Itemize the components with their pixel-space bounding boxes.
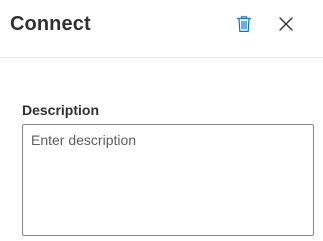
description-label: Description xyxy=(22,102,100,118)
description-field[interactable] xyxy=(22,124,314,236)
panel-header: Connect xyxy=(0,0,323,58)
close-icon xyxy=(279,17,293,31)
trash-icon xyxy=(236,16,252,32)
delete-button[interactable] xyxy=(231,11,257,37)
panel-title: Connect xyxy=(10,13,91,35)
connect-panel: Connect Description xyxy=(0,0,323,241)
close-button[interactable] xyxy=(273,11,299,37)
